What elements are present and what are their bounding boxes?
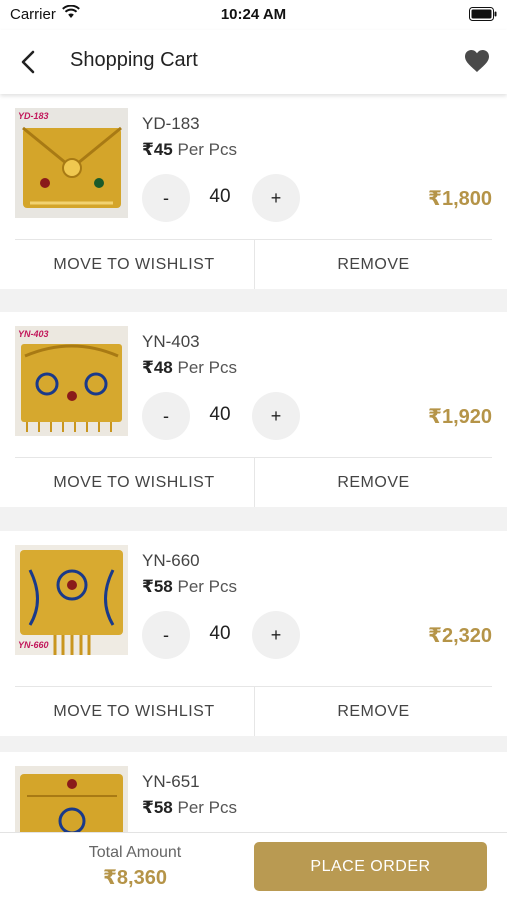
remove-button[interactable]: REMOVE xyxy=(254,458,492,507)
line-total: ₹2,320 xyxy=(428,625,492,647)
status-bar: Carrier 10:24 AM xyxy=(0,0,507,30)
unit-price: ₹58 Per Pcs xyxy=(142,577,237,597)
product-code: YD-183 xyxy=(142,114,200,133)
product-image[interactable]: YD-183 xyxy=(15,108,128,218)
move-to-wishlist-button[interactable]: MOVE TO WISHLIST xyxy=(15,458,253,507)
increase-quantity-button[interactable]: + xyxy=(252,174,300,222)
unit-price: ₹48 Per Pcs xyxy=(142,358,237,378)
price-amount: ₹45 xyxy=(142,140,173,159)
battery-icon xyxy=(469,7,497,26)
price-unit: Per Pcs xyxy=(177,577,238,596)
move-to-wishlist-button[interactable]: MOVE TO WISHLIST xyxy=(15,240,253,289)
price-amount: ₹58 xyxy=(142,798,173,817)
item-actions: MOVE TO WISHLIST REMOVE xyxy=(15,239,492,289)
product-image-label: YN-403 xyxy=(18,329,49,339)
cart-item: YD-183 YD-183 ₹45 Per Pcs - 40 + ₹1,800 … xyxy=(0,94,507,289)
decrease-quantity-button[interactable]: - xyxy=(142,611,190,659)
checkout-footer: Total Amount ₹8,360 PLACE ORDER xyxy=(0,832,507,900)
increase-quantity-button[interactable]: + xyxy=(252,611,300,659)
product-code: YN-403 xyxy=(142,332,200,351)
product-image-label: YD-183 xyxy=(18,111,49,121)
product-code: YN-660 xyxy=(142,551,200,570)
clock-time: 10:24 AM xyxy=(220,6,287,23)
quantity-value: 40 xyxy=(209,623,231,644)
navigation-bar: Shopping Cart xyxy=(0,30,507,94)
move-to-wishlist-button[interactable]: MOVE TO WISHLIST xyxy=(15,687,253,736)
product-image[interactable]: YN-660 xyxy=(15,545,128,655)
cart-item: YN-651 ₹58 Per Pcs xyxy=(0,752,507,832)
remove-button[interactable]: REMOVE xyxy=(254,687,492,736)
price-amount: ₹48 xyxy=(142,358,173,377)
price-unit: Per Pcs xyxy=(177,358,238,377)
place-order-button[interactable]: PLACE ORDER xyxy=(254,842,487,891)
product-image-label: YN-660 xyxy=(18,640,49,650)
unit-price: ₹58 Per Pcs xyxy=(142,798,237,818)
chevron-left-icon[interactable] xyxy=(16,48,44,76)
quantity-value: 40 xyxy=(209,186,231,207)
total-amount-value: ₹8,360 xyxy=(103,867,167,889)
price-amount: ₹58 xyxy=(142,577,173,596)
line-total: ₹1,920 xyxy=(428,406,492,428)
product-image[interactable]: YN-403 xyxy=(15,326,128,436)
quantity-value: 40 xyxy=(209,404,231,425)
product-image[interactable] xyxy=(15,766,128,832)
page-title: Shopping Cart xyxy=(70,49,198,71)
cart-list[interactable]: YD-183 YD-183 ₹45 Per Pcs - 40 + ₹1,800 … xyxy=(0,94,507,832)
item-actions: MOVE TO WISHLIST REMOVE xyxy=(15,457,492,507)
increase-quantity-button[interactable]: + xyxy=(252,392,300,440)
remove-button[interactable]: REMOVE xyxy=(254,240,492,289)
product-code: YN-651 xyxy=(142,772,200,791)
price-unit: Per Pcs xyxy=(177,798,238,817)
cart-item: YN-403 YN-403 ₹48 Per Pcs - 40 + ₹1,920 … xyxy=(0,312,507,507)
price-unit: Per Pcs xyxy=(177,140,238,159)
unit-price: ₹45 Per Pcs xyxy=(142,140,237,160)
cart-item: YN-660 YN-660 ₹58 Per Pcs - 40 + ₹2,320 … xyxy=(0,531,507,736)
decrease-quantity-button[interactable]: - xyxy=(142,174,190,222)
line-total: ₹1,800 xyxy=(428,188,492,210)
decrease-quantity-button[interactable]: - xyxy=(142,392,190,440)
heart-icon[interactable] xyxy=(463,47,491,75)
total-amount-label: Total Amount xyxy=(88,844,182,861)
item-actions: MOVE TO WISHLIST REMOVE xyxy=(15,686,492,736)
